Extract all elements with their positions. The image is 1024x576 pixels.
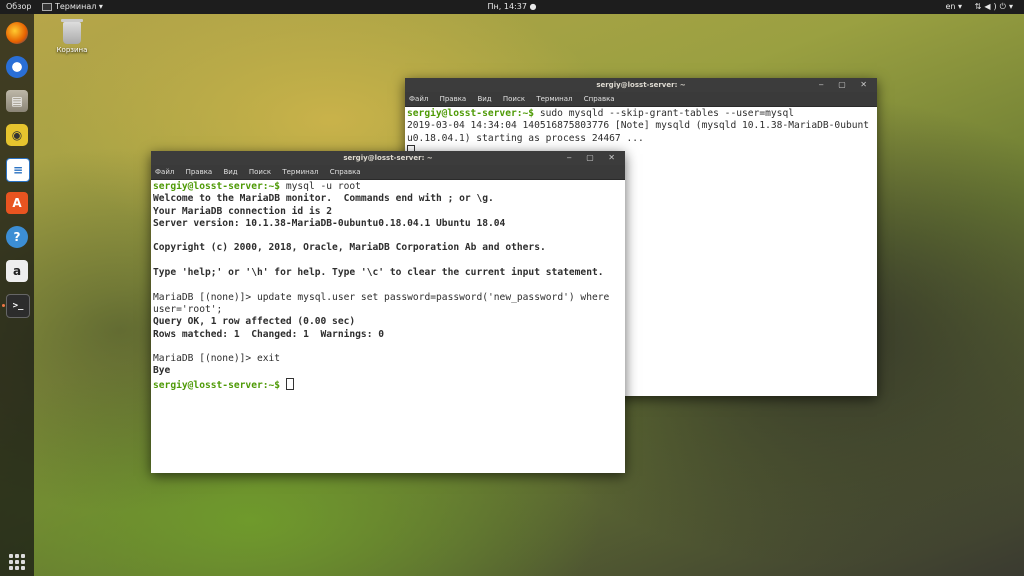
window-title: sergiy@losst-server: ~ [596, 81, 686, 89]
terminal-menubar: Файл Правка Вид Поиск Терминал Справка [405, 92, 877, 107]
trash-icon [61, 19, 83, 44]
amazon-icon[interactable]: a [6, 260, 28, 282]
window-controls[interactable]: ‒ ▢ ✕ [567, 151, 621, 165]
terminal-window-front[interactable]: sergiy@losst-server: ~ ‒ ▢ ✕ Файл Правка… [151, 151, 625, 473]
libreoffice-writer-icon[interactable]: ≡ [6, 158, 30, 182]
help-icon[interactable]: ? [6, 226, 28, 248]
command-text: sudo mysqld --skip-grant-tables --user=m… [534, 108, 794, 119]
output-line: Bye [153, 365, 171, 377]
output-line: Rows matched: 1 Changed: 1 Warnings: 0 [153, 328, 385, 340]
system-menu[interactable]: ⇅◀)⏻▾ [975, 0, 1016, 14]
thunderbird-icon[interactable] [6, 56, 28, 78]
terminal-menubar: Файл Правка Вид Поиск Терминал Справка [151, 165, 625, 180]
menu-file[interactable]: Файл [409, 95, 428, 103]
menu-help[interactable]: Справка [584, 95, 615, 103]
software-center-icon[interactable]: A [6, 192, 28, 214]
top-panel: Обзор Терминал ▾ Пн, 14:37 ● en ▾ ⇅◀)⏻▾ [0, 0, 1024, 14]
menu-terminal[interactable]: Терминал [282, 168, 318, 176]
power-icon: ⏻ [999, 2, 1009, 11]
output-line: Copyright (c) 2000, 2018, Oracle, MariaD… [153, 242, 546, 254]
window-titlebar[interactable]: sergiy@losst-server: ~ ‒ ▢ ✕ [151, 151, 625, 165]
firefox-icon[interactable] [6, 22, 28, 44]
menu-edit[interactable]: Правка [440, 95, 467, 103]
command-text: mysql -u root [280, 181, 361, 192]
window-controls[interactable]: ‒ ▢ ✕ [819, 78, 873, 92]
terminal-output[interactable]: sergiy@losst-server:~$ mysql -u root Wel… [151, 180, 625, 474]
menu-edit[interactable]: Правка [186, 168, 213, 176]
trash-label: Корзина [56, 46, 88, 54]
dock: ▤ ◉ ≡ A ? a >_ [0, 14, 34, 576]
rhythmbox-icon[interactable]: ◉ [6, 124, 28, 146]
menu-help[interactable]: Справка [330, 168, 361, 176]
text-cursor [285, 377, 294, 390]
trash-desktop-item[interactable]: Корзина [52, 19, 92, 54]
mariadb-command: MariaDB [(none)]> update mysql.user set … [153, 291, 610, 303]
menu-terminal[interactable]: Терминал [536, 95, 572, 103]
volume-icon: ◀) [984, 2, 1000, 11]
terminal-icon[interactable]: >_ [2, 294, 30, 318]
system-menu-arrow: ▾ [1008, 2, 1016, 11]
network-icon: ⇅ [974, 2, 985, 11]
output-line: Server version: 10.1.38-MariaDB-0ubuntu0… [153, 217, 506, 229]
shell-prompt: sergiy@losst-server:~$ [153, 379, 281, 391]
menu-view[interactable]: Вид [477, 95, 491, 103]
shell-prompt: sergiy@losst-server:~$ [407, 108, 535, 119]
menu-view[interactable]: Вид [223, 168, 237, 176]
show-applications-icon[interactable] [9, 554, 25, 570]
mariadb-command: user='root'; [153, 303, 223, 315]
clock[interactable]: Пн, 14:37 ● [0, 0, 1024, 14]
mariadb-command: MariaDB [(none)]> exit [153, 353, 281, 365]
files-icon[interactable]: ▤ [6, 90, 28, 112]
menu-search[interactable]: Поиск [249, 168, 271, 176]
output-line: Query OK, 1 row affected (0.00 sec) [153, 316, 356, 328]
keyboard-layout-indicator[interactable]: en ▾ [945, 0, 962, 14]
menu-search[interactable]: Поиск [503, 95, 525, 103]
shell-prompt: sergiy@losst-server:~$ [153, 181, 281, 192]
window-titlebar[interactable]: sergiy@losst-server: ~ ‒ ▢ ✕ [405, 78, 877, 92]
output-line: Your MariaDB connection id is 2 [153, 205, 333, 217]
window-title: sergiy@losst-server: ~ [343, 154, 433, 162]
menu-file[interactable]: Файл [155, 168, 174, 176]
output-line: u0.18.04.1) starting as process 24467 ..… [407, 132, 644, 144]
output-line: Welcome to the MariaDB monitor. Commands… [153, 193, 494, 205]
output-line: 2019-03-04 14:34:04 140516875803776 [Not… [407, 120, 870, 132]
output-line: Type 'help;' or '\h' for help. Type '\c'… [153, 267, 604, 279]
